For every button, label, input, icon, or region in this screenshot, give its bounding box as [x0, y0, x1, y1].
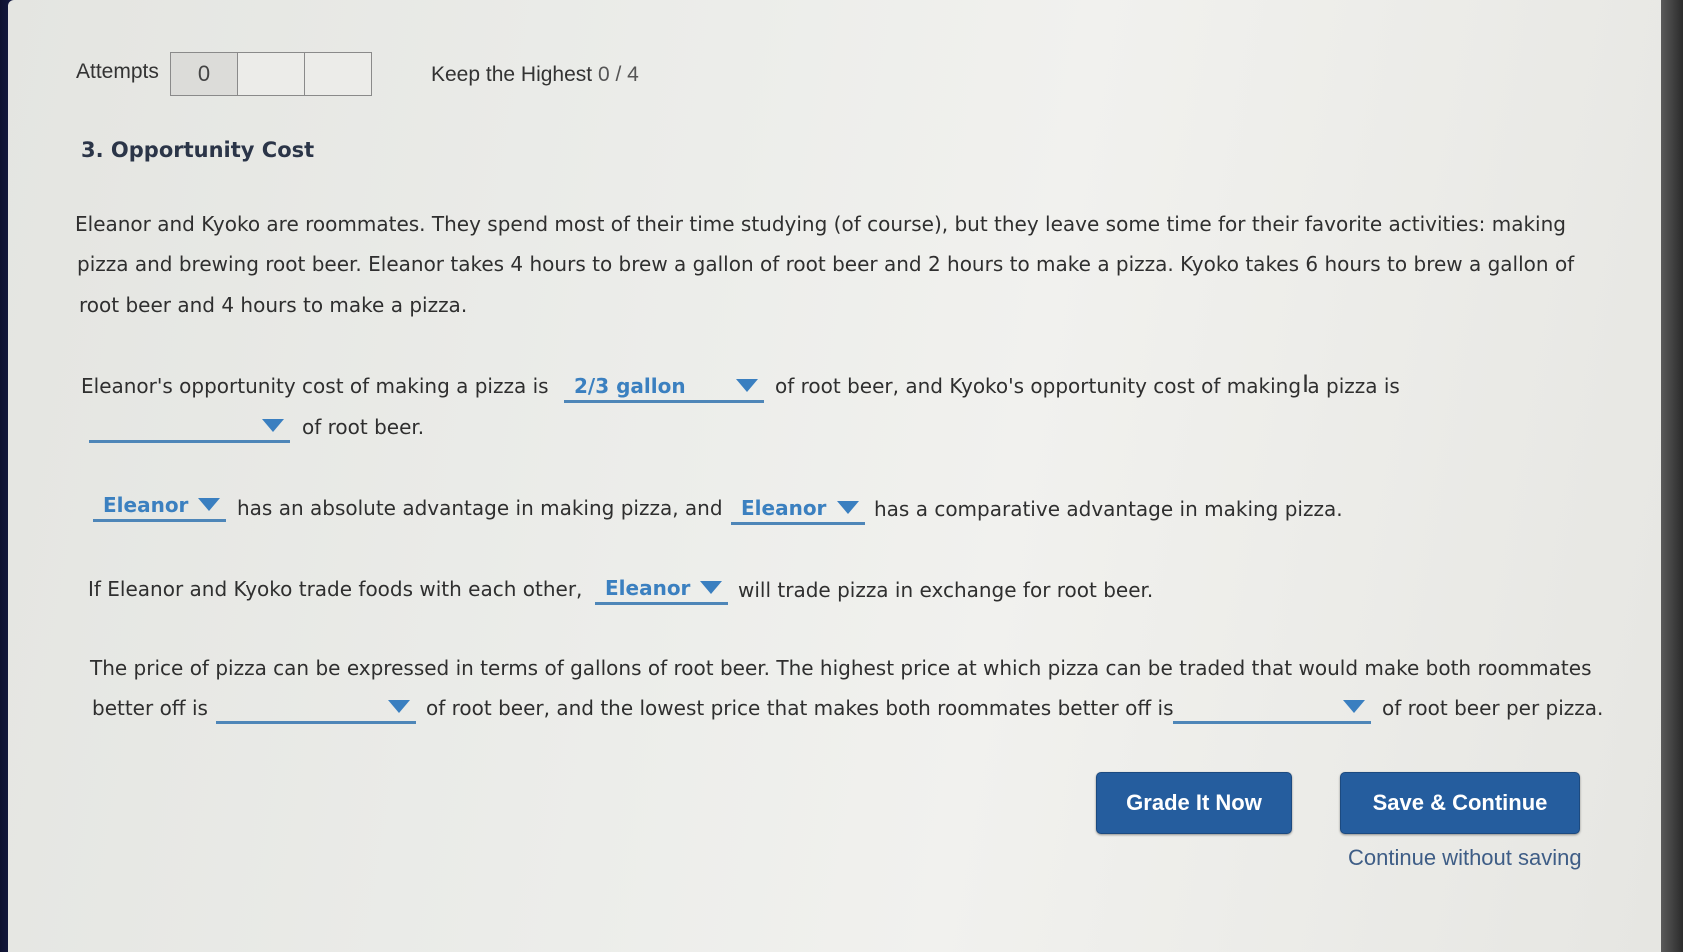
text-cursor-icon: I [1302, 370, 1310, 398]
grade-it-now-button[interactable]: Grade It Now [1096, 772, 1292, 834]
question-title: 3. Opportunity Cost [81, 138, 315, 162]
caret-down-icon [700, 581, 722, 594]
intro-line: root beer and 4 hours to make a pizza. [79, 293, 468, 317]
absolute-advantage-dropdown[interactable]: Eleanor [93, 492, 226, 522]
highest-price-dropdown[interactable] [216, 694, 416, 724]
caret-down-icon [262, 419, 284, 432]
continue-without-saving-link[interactable]: Continue without saving [1348, 845, 1582, 871]
caret-down-icon [388, 700, 410, 713]
q4-line1: The price of pizza can be expressed in t… [90, 656, 1592, 680]
dropdown-value: Eleanor [103, 493, 189, 517]
caret-down-icon [1343, 700, 1365, 713]
keep-highest-text: Keep the Highest [431, 63, 593, 86]
intro-line: Eleanor and Kyoko are roommates. They sp… [75, 212, 1566, 236]
q3-text-a: If Eleanor and Kyoko trade foods with ea… [88, 577, 583, 601]
dropdown-value: Eleanor [605, 576, 691, 600]
attempt-box: 0 [170, 52, 238, 96]
q2-text-b: has a comparative advantage in making pi… [874, 497, 1343, 521]
eleanor-opportunity-cost-dropdown[interactable]: 2/3 gallon [564, 373, 764, 403]
save-and-continue-button[interactable]: Save & Continue [1340, 772, 1580, 834]
attempt-box [304, 52, 372, 96]
comparative-advantage-dropdown[interactable]: Eleanor [731, 495, 865, 525]
caret-down-icon [198, 498, 220, 511]
assignment-page: Attempts 0 Keep the Highest 0 / 4 3. Opp… [8, 0, 1663, 952]
q2-text-a: has an absolute advantage in making pizz… [237, 496, 723, 520]
attempt-box [237, 52, 305, 96]
q4-text-a: better off is [92, 696, 208, 720]
kyoko-opportunity-cost-dropdown[interactable] [89, 413, 290, 443]
intro-line: pizza and brewing root beer. Eleanor tak… [77, 252, 1575, 276]
q3-text-b: will trade pizza in exchange for root be… [738, 578, 1154, 602]
keep-highest-label: Keep the Highest 0 / 4 [431, 63, 639, 87]
lowest-price-dropdown[interactable] [1173, 694, 1371, 724]
q1-text-c: of root beer. [302, 415, 425, 439]
q1-text-a: Eleanor's opportunity cost of making a p… [81, 374, 549, 398]
q4-text-b: of root beer, and the lowest price that … [426, 696, 1174, 720]
pizza-trader-dropdown[interactable]: Eleanor [595, 575, 728, 605]
attempts-label: Attempts [76, 60, 159, 83]
caret-down-icon [837, 501, 859, 514]
screen-bezel-right [1661, 0, 1683, 952]
dropdown-value: 2/3 gallon [574, 374, 686, 398]
q4-text-c: of root beer per pizza. [1382, 696, 1604, 720]
dropdown-value: Eleanor [741, 496, 827, 520]
keep-highest-score: 0 / 4 [597, 63, 639, 86]
caret-down-icon [736, 379, 758, 392]
attempts-tracker: 0 [170, 52, 372, 96]
